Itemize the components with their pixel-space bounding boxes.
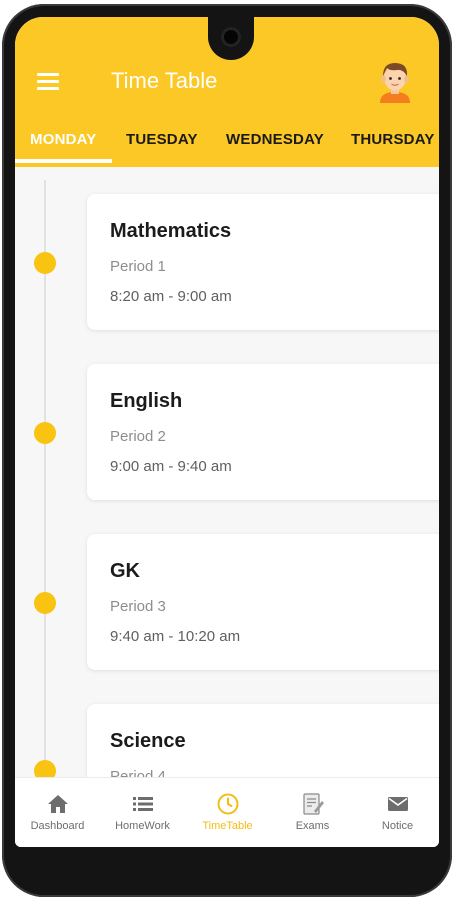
list-icon — [132, 797, 153, 811]
hamburger-menu-icon[interactable] — [37, 73, 59, 91]
period-number: Period 1 — [110, 258, 166, 275]
timeline-dot — [34, 592, 56, 614]
nav-label: HomeWork — [115, 820, 170, 832]
bottom-navigation: Dashboard HomeWork TimeTable Exams Notic… — [15, 777, 439, 847]
timeline-dot — [34, 252, 56, 274]
subject-name: Science — [110, 730, 186, 752]
tab-wednesday[interactable]: WEDNESDAY — [226, 121, 324, 167]
nav-notice[interactable]: Notice — [355, 778, 439, 847]
exam-sheet-icon — [302, 793, 324, 815]
user-avatar-icon[interactable] — [375, 59, 415, 103]
nav-label: Notice — [381, 820, 414, 832]
nav-label: TimeTable — [202, 820, 253, 832]
period-card[interactable]: Mathematics Period 1 8:20 am - 9:00 am — [87, 194, 439, 330]
nav-exams[interactable]: Exams — [270, 778, 355, 847]
nav-dashboard[interactable]: Dashboard — [15, 778, 100, 847]
period-number: Period 3 — [110, 598, 166, 615]
front-camera-notch — [208, 14, 254, 60]
period-time: 9:00 am - 9:40 am — [110, 458, 232, 475]
camera-icon — [221, 27, 241, 47]
phone-frame: Time Table MONDAY TUESDAY WEDNESDAY THUR… — [2, 4, 452, 897]
page-title: Time Table — [111, 68, 218, 93]
period-card[interactable]: English Period 2 9:00 am - 9:40 am — [87, 364, 439, 500]
subject-name: English — [110, 390, 183, 412]
period-time: 9:40 am - 10:20 am — [110, 628, 241, 645]
app-screen: Time Table MONDAY TUESDAY WEDNESDAY THUR… — [15, 17, 439, 847]
subject-name: Mathematics — [110, 220, 232, 242]
tab-thursday[interactable]: THURSDAY — [351, 121, 435, 167]
timeline-dot — [34, 422, 56, 444]
home-icon — [47, 795, 68, 813]
nav-label: Dashboard — [30, 820, 85, 832]
nav-timetable[interactable]: TimeTable — [185, 778, 270, 847]
subject-name: GK — [110, 560, 140, 582]
period-time: 8:20 am - 9:00 am — [110, 288, 232, 305]
clock-icon — [217, 793, 238, 815]
period-number: Period 2 — [110, 428, 166, 445]
period-card[interactable]: GK Period 3 9:40 am - 10:20 am — [87, 534, 439, 670]
nav-homework[interactable]: HomeWork — [100, 778, 185, 847]
active-tab-indicator — [15, 159, 112, 163]
mail-icon — [387, 797, 408, 811]
tab-tuesday[interactable]: TUESDAY — [126, 121, 198, 167]
nav-label: Exams — [295, 820, 330, 832]
